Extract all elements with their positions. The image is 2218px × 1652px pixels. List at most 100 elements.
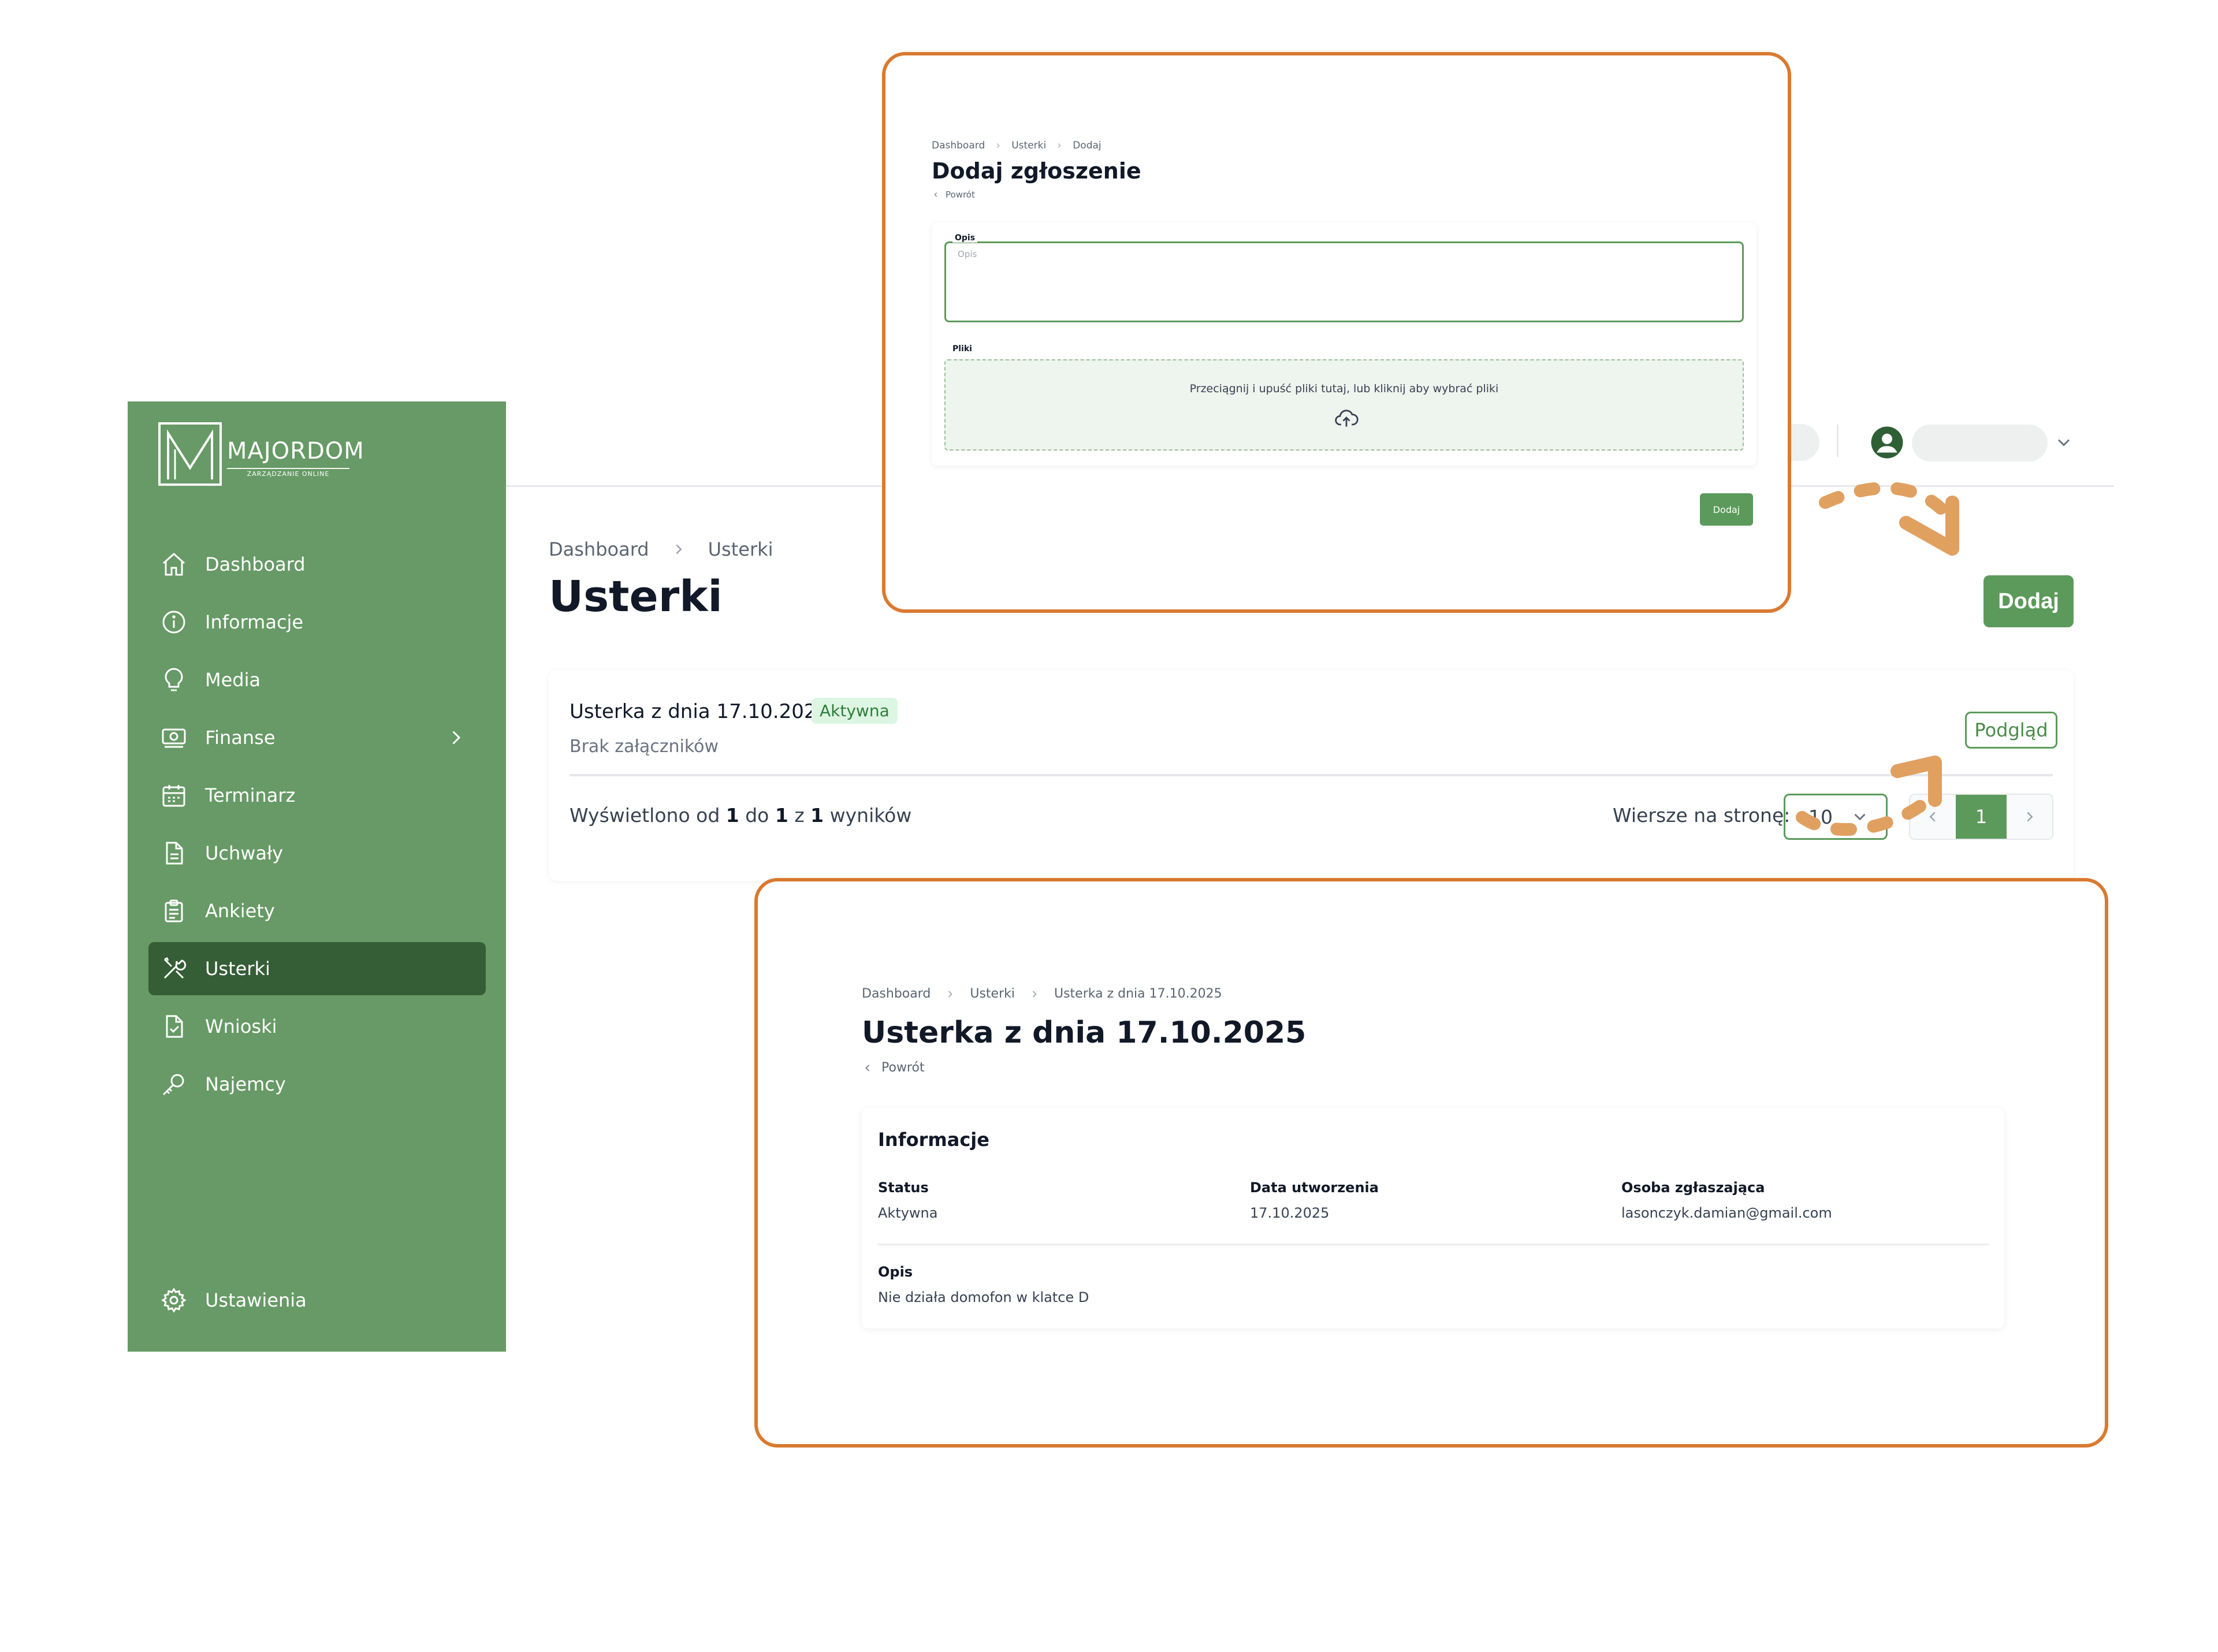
reporter-field: Osoba zgłaszająca lasonczyk.damian@gmail… (1621, 1180, 1832, 1221)
next-page-button[interactable] (2007, 795, 2052, 839)
user-name-placeholder[interactable] (1912, 425, 2048, 462)
back-link[interactable]: Powrót (932, 189, 975, 200)
breadcrumb-item-dashboard[interactable]: Dashboard (862, 987, 931, 1001)
results-summary: Wyświetlono od 1 do 1 z 1 wyników (570, 804, 911, 827)
sidebar-item-dashboard[interactable]: Dashboard (148, 538, 486, 591)
page-title: Usterki (549, 572, 723, 622)
tools-icon (159, 954, 189, 984)
info-icon (159, 607, 189, 637)
breadcrumb: Dashboard Usterki (549, 538, 773, 560)
chevron-right-icon[interactable] (445, 727, 466, 748)
sidebar-item-finanse[interactable]: Finanse (148, 711, 486, 764)
brand-name: MAJORDOM (227, 438, 364, 464)
page-button-current[interactable]: 1 (1955, 795, 2007, 839)
results-to-word: do (745, 804, 769, 827)
back-link-label: Powrót (881, 1061, 925, 1075)
sidebar-item-terminarz[interactable]: Terminarz (148, 769, 486, 822)
pagination: 1 (1909, 794, 2053, 840)
chevron-left-icon (1929, 812, 1936, 822)
sidebar: MAJORDOM ZARZĄDZANIE ONLINE Dashboard In… (128, 401, 506, 1352)
form-title: Dodaj zgłoszenie (932, 158, 1141, 184)
sidebar-item-usterki[interactable]: Usterki (148, 942, 486, 995)
results-total: 1 (810, 804, 824, 827)
field-label: Opis (878, 1264, 913, 1280)
sidebar-item-label: Media (205, 669, 261, 691)
breadcrumb-item-dashboard[interactable]: Dashboard (549, 538, 649, 560)
cloud-upload-icon (1335, 410, 1359, 427)
back-link[interactable]: Powrót (862, 1061, 925, 1075)
sidebar-item-label: Usterki (205, 958, 270, 980)
sidebar-item-media[interactable]: Media (148, 653, 486, 706)
description-textarea[interactable]: Opis (944, 241, 1744, 322)
money-icon (159, 723, 189, 753)
results-from: 1 (725, 804, 739, 827)
divider (570, 774, 2053, 776)
sidebar-item-label: Ustawienia (205, 1289, 307, 1311)
created-date-field: Data utworzenia 17.10.2025 (1250, 1180, 1379, 1221)
description-placeholder: Opis (958, 249, 977, 259)
chevron-down-icon[interactable] (2053, 432, 2074, 453)
info-card: Informacje Status Aktywna Data utworzeni… (862, 1108, 2004, 1329)
status-field: Status Aktywna (878, 1180, 937, 1221)
prev-page-button[interactable] (1910, 795, 1956, 839)
document-icon (159, 838, 189, 868)
field-value: 17.10.2025 (1250, 1205, 1330, 1221)
submit-button[interactable]: Dodaj (1700, 493, 1753, 526)
field-label: Status (878, 1180, 929, 1196)
breadcrumb-item-usterki: Usterki (708, 538, 773, 560)
rows-per-page-value: 10 (1808, 805, 1833, 828)
preview-button[interactable]: Podgląd (1965, 712, 2057, 749)
key-icon (159, 1069, 189, 1099)
chevron-right-icon (948, 990, 953, 998)
results-to: 1 (775, 804, 788, 827)
status-badge: Aktywna (812, 698, 898, 724)
sidebar-item-najemcy[interactable]: Najemcy (148, 1058, 486, 1111)
sidebar-item-label: Uchwały (205, 842, 284, 864)
form-card: Opis Opis Pliki Przeciągnij i upuść plik… (932, 223, 1756, 466)
field-label: Data utworzenia (1250, 1180, 1379, 1196)
sidebar-item-wnioski[interactable]: Wnioski (148, 1000, 486, 1053)
sidebar-item-label: Informacje (205, 611, 304, 633)
breadcrumb-item-dodaj: Dodaj (1073, 140, 1101, 151)
issue-detail-preview: Dashboard Usterki Usterka z dnia 17.10.2… (754, 878, 2108, 1448)
back-link-label: Powrót (946, 189, 975, 200)
files-label: Pliki (952, 344, 972, 354)
clipboard-icon (159, 896, 189, 926)
field-value: Nie działa domofon w klatce D (878, 1289, 1089, 1305)
chevron-right-icon (1058, 143, 1061, 148)
attachments-info: Brak załączników (570, 736, 719, 757)
sidebar-item-uchwaly[interactable]: Uchwały (148, 827, 486, 880)
gear-icon (159, 1285, 189, 1315)
logo-mark-icon (158, 422, 222, 486)
add-button[interactable]: Dodaj (1983, 575, 2074, 627)
breadcrumb-item-dashboard[interactable]: Dashboard (932, 140, 985, 151)
sidebar-item-label: Wnioski (205, 1015, 277, 1037)
file-dropzone[interactable]: Przeciągnij i upuść pliki tutaj, lub kli… (944, 359, 1744, 451)
arrow-to-add-button-icon (1819, 481, 1959, 556)
document-check-icon (159, 1011, 189, 1041)
info-card-title: Informacje (878, 1129, 989, 1151)
sidebar-item-label: Dashboard (205, 553, 306, 575)
breadcrumb-item-usterki[interactable]: Usterki (970, 987, 1015, 1001)
add-form-preview: Dashboard Usterki Dodaj Dodaj zgłoszenie… (882, 52, 1791, 613)
chevron-right-icon (997, 143, 1000, 148)
breadcrumb-item-usterki[interactable]: Usterki (1011, 140, 1046, 151)
rows-per-page-select[interactable]: 10 (1784, 794, 1888, 840)
topbar-divider (1837, 425, 1839, 457)
sidebar-item-label: Ankiety (205, 900, 275, 922)
brand-tagline: ZARZĄDZANIE ONLINE (227, 468, 349, 478)
divider (878, 1244, 1989, 1245)
sidebar-item-informacje[interactable]: Informacje (148, 596, 486, 649)
majordom-logo[interactable]: MAJORDOM ZARZĄDZANIE ONLINE (158, 422, 366, 488)
calendar-icon (159, 780, 189, 810)
breadcrumb: Dashboard Usterki Usterka z dnia 17.10.2… (862, 987, 1222, 1001)
field-value: lasonczyk.damian@gmail.com (1621, 1205, 1832, 1221)
chevron-right-icon (2027, 812, 2033, 822)
sidebar-item-ustawienia[interactable]: Ustawienia (148, 1274, 486, 1327)
user-avatar-icon[interactable] (1870, 425, 1904, 460)
breadcrumb: Dashboard Usterki Dodaj (932, 140, 1101, 151)
sidebar-item-ankiety[interactable]: Ankiety (148, 884, 486, 937)
home-icon (159, 549, 189, 579)
issues-list-card: Usterka z dnia 17.10.2025 Aktywna Brak z… (549, 670, 2074, 881)
breadcrumb-item-current: Usterka z dnia 17.10.2025 (1054, 987, 1222, 1001)
